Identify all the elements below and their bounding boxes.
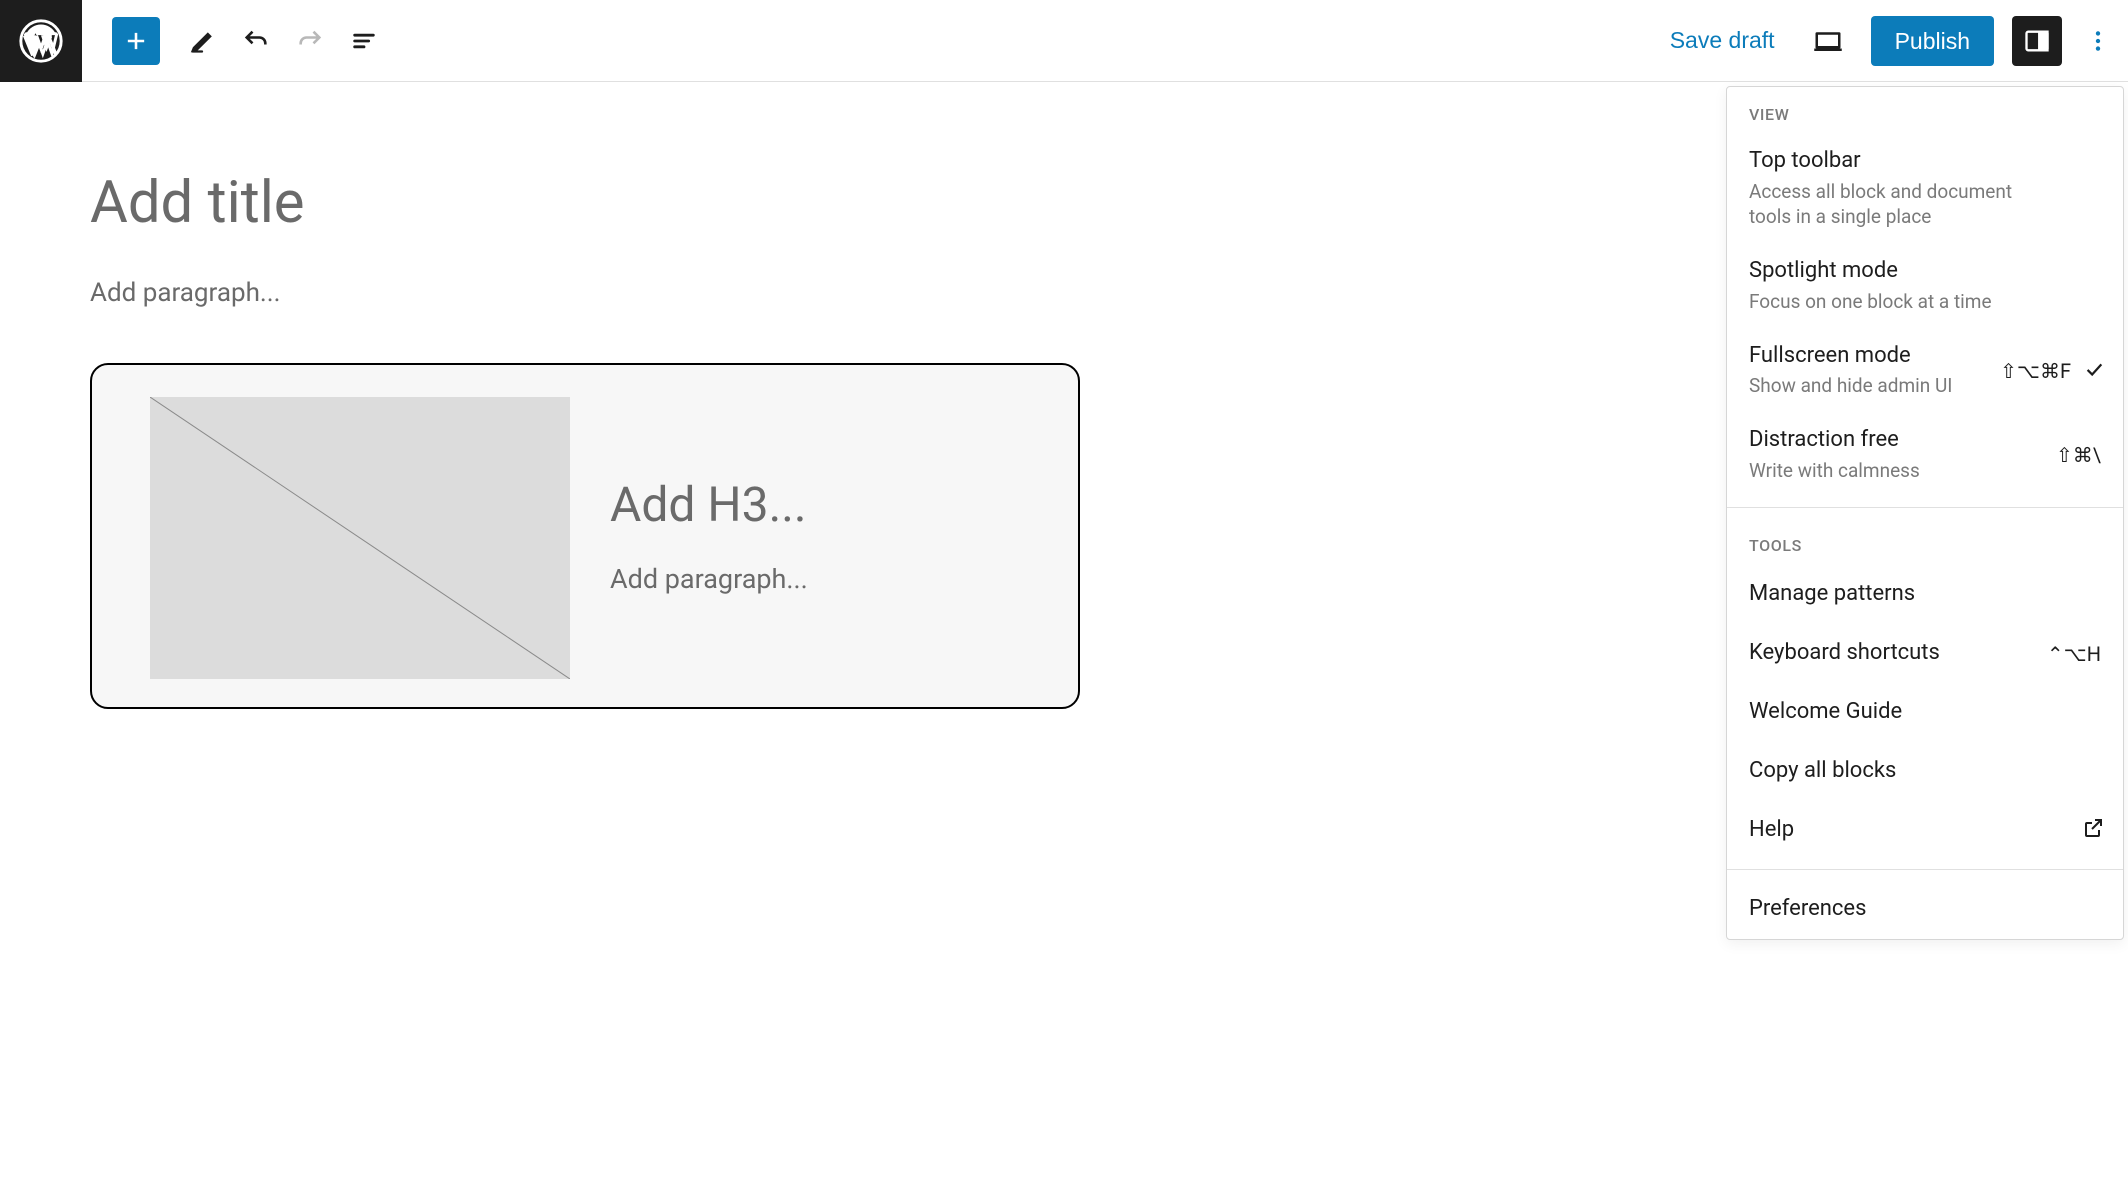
settings-sidebar-button[interactable] <box>2012 16 2062 66</box>
image-placeholder-icon <box>150 397 570 679</box>
media-text-content: Add H3... Add paragraph... <box>610 397 808 675</box>
menu-item-shortcut: ⌃⌥H <box>2047 642 2101 666</box>
menu-item-title: Preferences <box>1749 894 2101 925</box>
menu-item-description: Write with calmness <box>1749 458 2049 484</box>
menu-item-shortcut: ⇧⌘\ <box>2056 443 2101 467</box>
sidebar-panel-icon <box>2023 27 2051 55</box>
menu-item-help[interactable]: Help <box>1727 801 2123 860</box>
menu-item-copy-all-blocks[interactable]: Copy all blocks <box>1727 742 2123 801</box>
save-draft-button[interactable]: Save draft <box>1660 19 1785 62</box>
heading-block-placeholder[interactable]: Add H3... <box>610 476 808 533</box>
wordpress-logo[interactable] <box>0 0 82 82</box>
menu-item-preferences[interactable]: Preferences <box>1727 880 2123 939</box>
menu-item-title: Spotlight mode <box>1749 256 2101 287</box>
menu-item-title: Top toolbar <box>1749 146 2101 177</box>
toolbar-right-group: Save draft Publish <box>1660 16 2128 66</box>
menu-item-spotlight-mode[interactable]: Spotlight mode Focus on one block at a t… <box>1727 244 2123 328</box>
menu-divider <box>1727 507 2123 508</box>
menu-item-title: Welcome Guide <box>1749 697 2101 728</box>
menu-item-manage-patterns[interactable]: Manage patterns <box>1727 565 2123 624</box>
redo-icon <box>296 27 324 55</box>
pencil-icon <box>188 27 216 55</box>
menu-item-title: Help <box>1749 815 2101 846</box>
wordpress-icon <box>19 19 63 63</box>
editor-content: Add title Add paragraph... Add H3... Add… <box>90 172 1080 709</box>
preview-button[interactable] <box>1803 16 1853 66</box>
menu-section-view-label: VIEW <box>1727 87 2123 134</box>
desktop-icon <box>1813 26 1843 56</box>
undo-button[interactable] <box>232 17 280 65</box>
block-inserter-button[interactable] <box>112 17 160 65</box>
menu-item-shortcut: ⇧⌥⌘F <box>2000 359 2071 383</box>
menu-item-title: Manage patterns <box>1749 579 2101 610</box>
menu-item-description: Access all block and document tools in a… <box>1749 179 2049 230</box>
menu-item-description: Focus on one block at a time <box>1749 289 2049 315</box>
menu-item-top-toolbar[interactable]: Top toolbar Access all block and documen… <box>1727 134 2123 244</box>
redo-button[interactable] <box>286 17 334 65</box>
external-link-icon <box>2081 816 2105 844</box>
paragraph-block-placeholder[interactable]: Add paragraph... <box>90 278 1080 308</box>
kebab-icon <box>2085 28 2111 54</box>
editor-top-toolbar: Save draft Publish <box>0 0 2128 82</box>
post-title-input[interactable]: Add title <box>90 172 1080 236</box>
menu-item-title: Copy all blocks <box>1749 756 2101 787</box>
publish-button[interactable]: Publish <box>1871 16 1994 66</box>
menu-divider <box>1727 869 2123 870</box>
options-menu-button[interactable] <box>2080 16 2116 66</box>
check-icon <box>2083 358 2105 384</box>
undo-icon <box>242 27 270 55</box>
options-dropdown-menu: VIEW Top toolbar Access all block and do… <box>1726 86 2124 940</box>
list-view-icon <box>350 27 378 55</box>
menu-item-distraction-free[interactable]: Distraction free Write with calmness ⇧⌘\ <box>1727 413 2123 497</box>
menu-item-welcome-guide[interactable]: Welcome Guide <box>1727 683 2123 742</box>
menu-item-title: Distraction free <box>1749 425 2101 456</box>
toolbar-left-group <box>82 17 394 65</box>
menu-item-keyboard-shortcuts[interactable]: Keyboard shortcuts ⌃⌥H <box>1727 624 2123 683</box>
menu-section-tools-label: TOOLS <box>1727 518 2123 565</box>
document-overview-button[interactable] <box>340 17 388 65</box>
media-text-block[interactable]: Add H3... Add paragraph... <box>90 363 1080 709</box>
plus-icon <box>122 27 150 55</box>
menu-item-fullscreen-mode[interactable]: Fullscreen mode Show and hide admin UI ⇧… <box>1727 329 2123 413</box>
media-placeholder[interactable] <box>150 397 570 679</box>
edit-mode-button[interactable] <box>178 17 226 65</box>
paragraph-block-placeholder[interactable]: Add paragraph... <box>610 563 808 595</box>
